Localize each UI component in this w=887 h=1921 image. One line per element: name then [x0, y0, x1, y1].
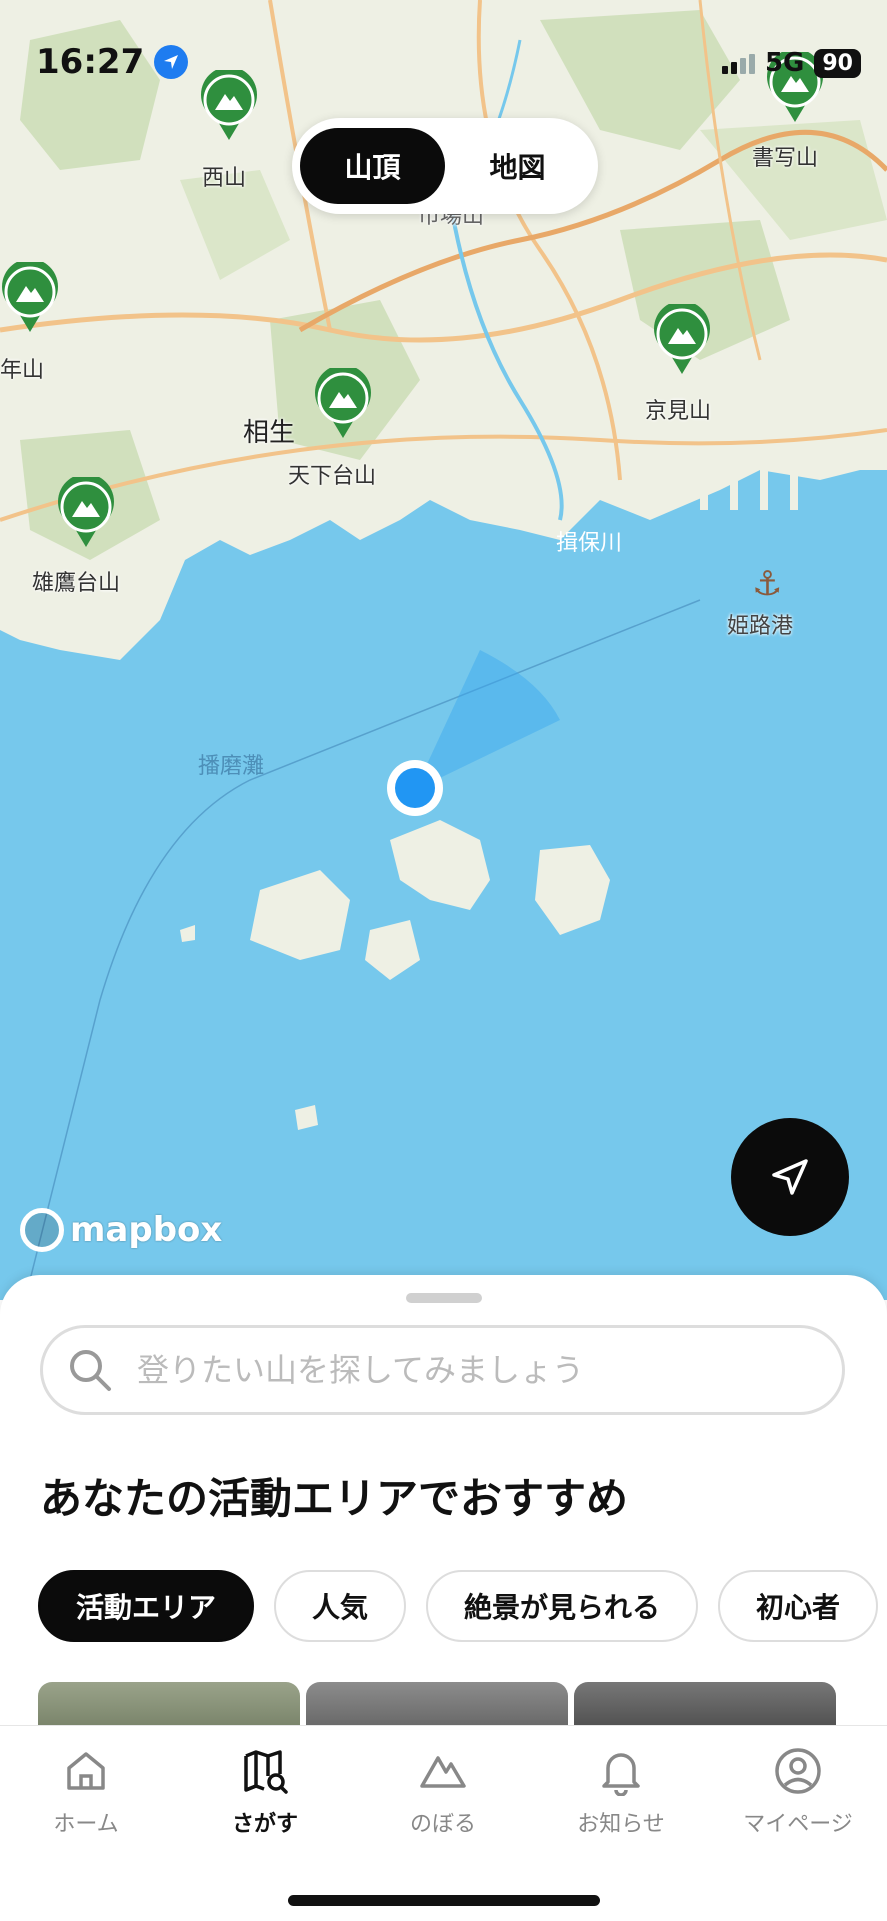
svg-text:⚓: ⚓	[752, 564, 782, 604]
map-label: 書写山	[752, 146, 819, 171]
chip-great-view[interactable]: 絶景が見られる	[426, 1570, 699, 1642]
mapbox-logo-icon	[20, 1208, 64, 1252]
tab-label: さがす	[231, 1812, 298, 1837]
network-label: 5G	[764, 48, 805, 78]
summit-pin[interactable]	[0, 258, 60, 334]
map-label: 播磨灘	[198, 754, 265, 779]
summit-pin[interactable]	[652, 300, 712, 376]
tab-climb[interactable]: のぼる	[368, 1746, 518, 1838]
segment-summit[interactable]: 山頂	[300, 128, 445, 204]
tab-label: ホーム	[53, 1812, 119, 1837]
battery-icon: 90	[814, 48, 861, 78]
tab-label: のぼる	[409, 1812, 476, 1837]
tab-search[interactable]: さがす	[190, 1746, 340, 1838]
signal-icon	[721, 52, 755, 74]
tab-home[interactable]: ホーム	[11, 1746, 161, 1838]
bell-icon	[602, 1753, 640, 1796]
current-location-button[interactable]	[731, 1118, 849, 1236]
map-label: 姫路港	[727, 614, 794, 639]
chip-popular[interactable]: 人気	[274, 1570, 407, 1642]
map-label: 揖保川	[556, 531, 623, 556]
tab-notifications[interactable]: お知らせ	[546, 1746, 696, 1838]
tab-label: マイページ	[743, 1812, 853, 1837]
tab-bar: ホーム さがす のぼる お知らせ マイページ	[0, 1725, 887, 1921]
status-bar: 16:27 5G 90	[0, 0, 887, 120]
home-icon	[67, 1752, 105, 1790]
sheet-handle[interactable]	[406, 1293, 482, 1303]
map-search-icon	[244, 1750, 288, 1794]
segment-map[interactable]: 地図	[445, 128, 590, 204]
map-label: 天下台山	[288, 464, 377, 489]
tab-label: お知らせ	[577, 1812, 665, 1837]
map-label: 西山	[202, 166, 247, 191]
tab-mypage[interactable]: マイページ	[723, 1746, 873, 1838]
clock: 16:27	[36, 42, 145, 82]
filter-chips: 活動エリア 人気 絶景が見られる 初心者	[38, 1570, 879, 1642]
mountain-icon	[420, 1756, 466, 1788]
map-label: 相生	[243, 418, 296, 448]
location-arrow-icon	[154, 45, 189, 79]
home-indicator	[288, 1895, 600, 1906]
profile-icon	[775, 1748, 821, 1794]
navigation-arrow-icon	[772, 1159, 808, 1195]
chip-beginner[interactable]: 初心者	[718, 1570, 879, 1642]
section-title: あなたの活動エリアでおすすめ	[40, 1474, 629, 1523]
map-label: 年山	[0, 358, 45, 383]
map-label: 雄鷹台山	[32, 571, 121, 596]
view-segmented-control: 山頂 地図	[292, 118, 598, 214]
mapbox-label: mapbox	[70, 1210, 223, 1250]
chip-activity-area[interactable]: 活動エリア	[38, 1570, 255, 1642]
status-time: 16:27	[36, 42, 189, 82]
summit-pin[interactable]	[313, 364, 373, 440]
bottom-sheet[interactable]: あなたの活動エリアでおすすめ 活動エリア 人気 絶景が見られる 初心者	[0, 1275, 887, 1735]
search-icon	[70, 1350, 111, 1391]
search-input[interactable]	[135, 1350, 789, 1390]
map-label: 京見山	[645, 399, 712, 424]
summit-pin[interactable]	[56, 473, 116, 549]
search-bar[interactable]	[40, 1325, 845, 1415]
status-right: 5G 90	[721, 48, 861, 78]
mapbox-attribution[interactable]: mapbox	[20, 1208, 222, 1252]
